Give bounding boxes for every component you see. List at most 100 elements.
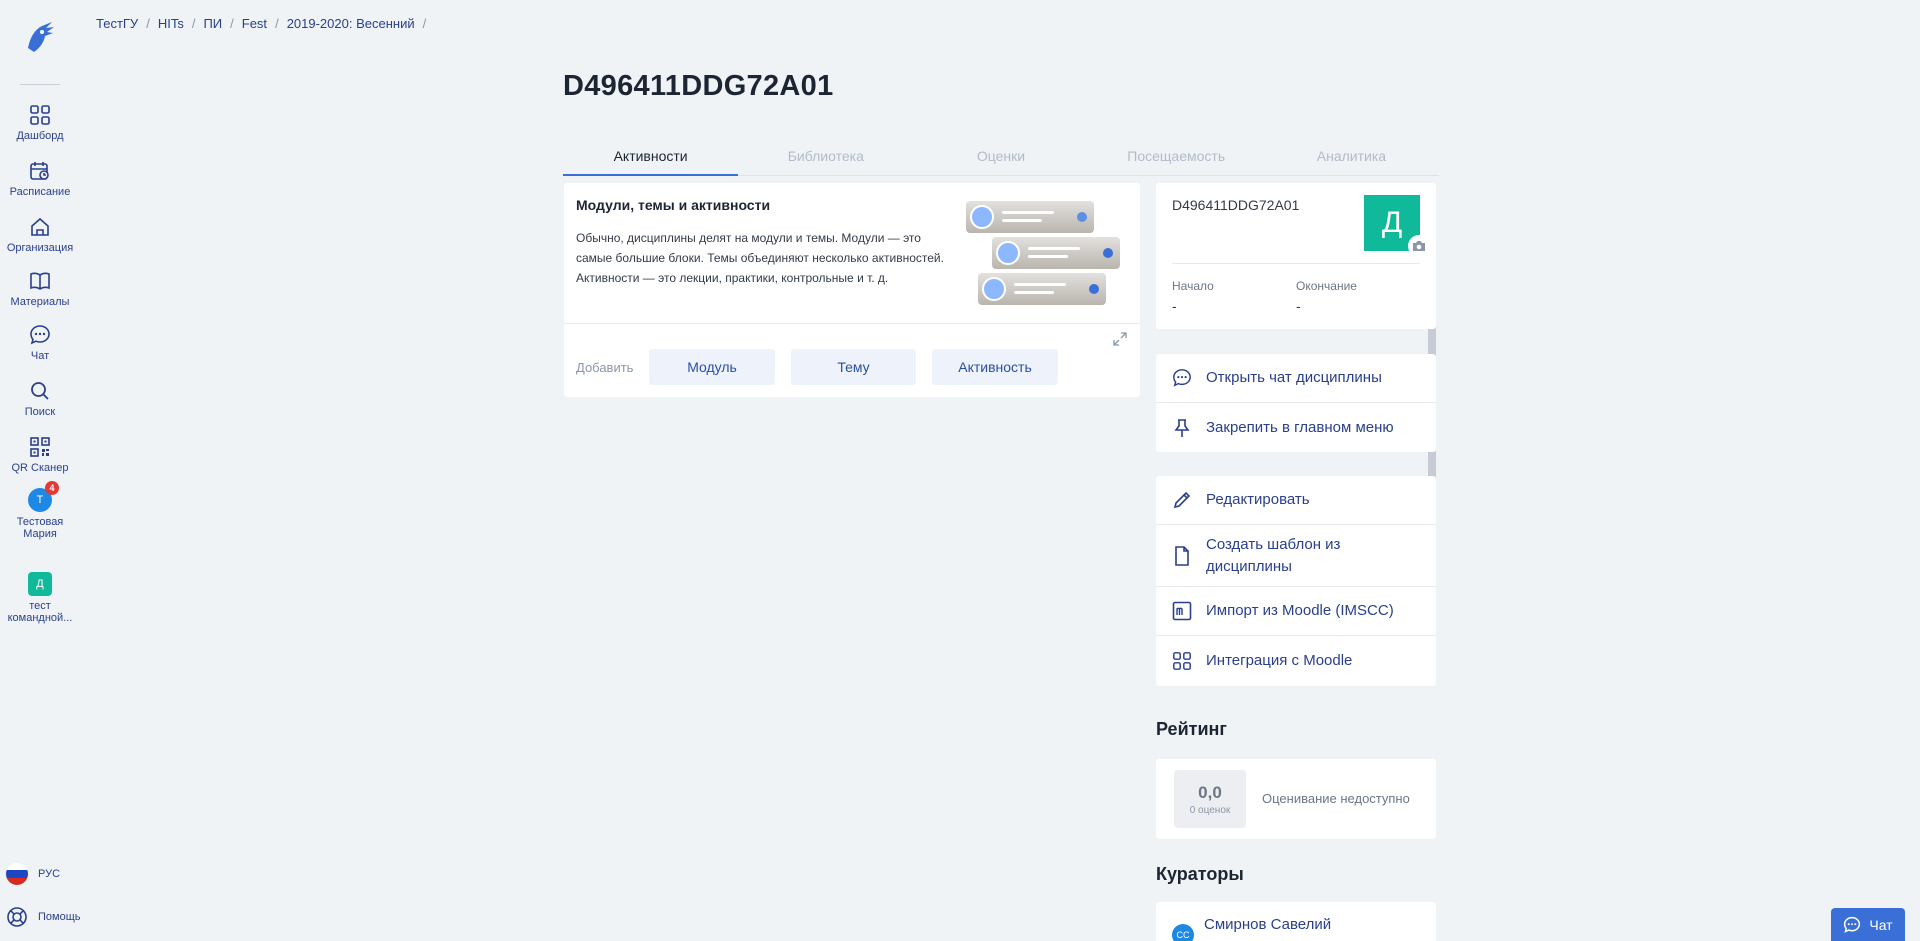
sidebar-item-label: Материалы: [10, 296, 70, 308]
breadcrumb-separator: /: [422, 16, 427, 31]
sidebar-item-label: Организация: [6, 242, 74, 254]
create-template-action[interactable]: Создать шаблон из дисциплины: [1156, 525, 1436, 587]
chat-icon: [1844, 916, 1861, 933]
language-label: РУС: [38, 868, 61, 880]
tab-grades[interactable]: Оценки: [913, 140, 1088, 175]
user-avatar-initial: Т: [36, 494, 44, 506]
sidebar-item-team[interactable]: Д тест командной...: [0, 572, 80, 624]
action-label: Открыть чат дисциплины: [1206, 369, 1382, 386]
breadcrumb-separator: /: [275, 16, 279, 31]
breadcrumb-item[interactable]: Fest: [242, 16, 267, 31]
info-card-divider: [1172, 263, 1420, 264]
help-label: Помощь: [38, 911, 81, 923]
tab-library[interactable]: Библиотека: [738, 140, 913, 175]
add-module-button[interactable]: Модуль: [649, 349, 775, 385]
rating-score-box: 0,0 0 оценок: [1174, 770, 1246, 828]
breadcrumb-separator: /: [230, 16, 234, 31]
modules-card-title: Модули, темы и активности: [576, 197, 771, 213]
rating-card: 0,0 0 оценок Оценивание недоступно: [1156, 759, 1436, 839]
dashboard-icon: [30, 105, 50, 125]
sidebar-item-label: QR Сканер: [11, 462, 69, 474]
chat-icon: [30, 325, 50, 345]
edit-action[interactable]: Редактировать: [1156, 476, 1436, 525]
chat-button-label: Чат: [1869, 916, 1893, 933]
sidebar-item-dashboard[interactable]: Дашборд: [0, 104, 80, 142]
import-moodle-action[interactable]: Импорт из Moodle (IMSCC): [1156, 587, 1436, 636]
home-icon: [31, 217, 49, 236]
lifebuoy-icon: [7, 907, 27, 927]
tabs: Активности Библиотека Оценки Посещаемост…: [563, 140, 1439, 176]
modules-card-description: Обычно, дисциплины делят на модули и тем…: [576, 231, 944, 285]
search-icon: [31, 382, 49, 400]
actions-card-primary: Открыть чат дисциплины Закрепить в главн…: [1156, 354, 1436, 452]
breadcrumb-item[interactable]: HITs: [158, 16, 184, 31]
change-avatar-button[interactable]: [1408, 235, 1430, 257]
actions-card-secondary: Редактировать Создать шаблон из дисципли…: [1156, 476, 1436, 686]
sidebar-item-chat[interactable]: Чат: [0, 324, 80, 362]
end-date-value: -: [1296, 298, 1301, 314]
sidebar: Дашборд Расписание Организация Материалы…: [0, 0, 81, 941]
sidebar-item-label: Чат: [30, 350, 50, 362]
moodle-integration-action[interactable]: Интеграция с Moodle: [1156, 636, 1436, 686]
sidebar-item-qr-scanner[interactable]: QR Сканер: [0, 436, 80, 474]
action-label: Создать шаблон из дисциплины: [1206, 535, 1341, 575]
qr-icon: [30, 437, 50, 457]
curators-card: СС Смирнов Савелий: [1156, 902, 1436, 941]
camera-icon: [1413, 241, 1425, 251]
user-name: Тестовая Мария: [16, 516, 64, 540]
grid-icon: [1173, 652, 1191, 670]
language-switcher[interactable]: РУС: [6, 863, 60, 885]
discipline-name: D496411DDG72A01: [1172, 197, 1300, 213]
pin-to-main-menu-action[interactable]: Закрепить в главном меню: [1156, 403, 1436, 452]
action-label: Интеграция с Moodle: [1206, 652, 1353, 669]
add-activity-button[interactable]: Активность: [932, 349, 1058, 385]
rating-note: Оценивание недоступно: [1262, 791, 1410, 806]
action-label: Редактировать: [1206, 491, 1310, 508]
sidebar-item-search[interactable]: Поиск: [0, 380, 80, 418]
rating-section-title: Рейтинг: [1156, 719, 1227, 739]
calendar-icon: [30, 162, 49, 180]
moodle-icon: [1172, 601, 1192, 621]
end-date-label: Окончание: [1296, 279, 1357, 293]
sidebar-item-label: Расписание: [9, 186, 71, 198]
russia-flag-icon: [6, 863, 28, 885]
breadcrumb-separator: /: [146, 16, 150, 31]
expand-icon[interactable]: [1112, 331, 1128, 347]
modules-card-divider: [564, 323, 1140, 324]
sidebar-item-user[interactable]: Т 4 Тестовая Мария: [0, 481, 80, 540]
chat-button[interactable]: Чат: [1831, 908, 1905, 941]
sidebar-item-materials[interactable]: Материалы: [0, 270, 80, 308]
pencil-icon: [1173, 491, 1191, 509]
sidebar-item-label: Дашборд: [16, 130, 64, 142]
sidebar-item-schedule[interactable]: Расписание: [0, 160, 80, 198]
user-avatar: Т 4: [28, 481, 59, 512]
action-label: Закрепить в главном меню: [1206, 418, 1394, 436]
team-name: тест командной...: [7, 600, 73, 624]
curator-name-link[interactable]: Смирнов Савелий: [1204, 916, 1331, 933]
tab-analytics[interactable]: Аналитика: [1264, 140, 1439, 175]
logo-icon: [28, 22, 54, 52]
curator-avatar: СС: [1172, 924, 1194, 941]
open-discipline-chat-action[interactable]: Открыть чат дисциплины: [1156, 354, 1436, 403]
pin-icon: [1174, 418, 1190, 437]
sidebar-item-organization[interactable]: Организация: [0, 216, 80, 254]
sidebar-item-label: Поиск: [24, 406, 56, 418]
start-date-label: Начало: [1172, 279, 1214, 293]
breadcrumb-separator: /: [191, 16, 196, 31]
breadcrumb-item[interactable]: ТестГУ: [96, 16, 138, 31]
book-icon: [30, 272, 50, 290]
modules-illustration-icon: [966, 201, 1120, 305]
action-label: Импорт из Moodle (IMSCC): [1206, 602, 1394, 619]
tab-attendance[interactable]: Посещаемость: [1089, 140, 1264, 175]
modules-card: Модули, темы и активности Обычно, дисцип…: [564, 183, 1140, 397]
add-label: Добавить: [576, 360, 634, 375]
document-icon: [1175, 545, 1189, 566]
add-topic-button[interactable]: Тему: [791, 349, 916, 385]
page-title: D496411DDG72A01: [563, 70, 834, 102]
help-link[interactable]: Помощь: [6, 906, 81, 928]
tab-activities[interactable]: Активности: [563, 140, 739, 176]
team-avatar: Д: [28, 572, 52, 596]
breadcrumb-item[interactable]: ПИ: [203, 16, 222, 31]
breadcrumb-item[interactable]: 2019-2020: Весенний: [287, 16, 415, 31]
app-logo[interactable]: [22, 18, 58, 56]
